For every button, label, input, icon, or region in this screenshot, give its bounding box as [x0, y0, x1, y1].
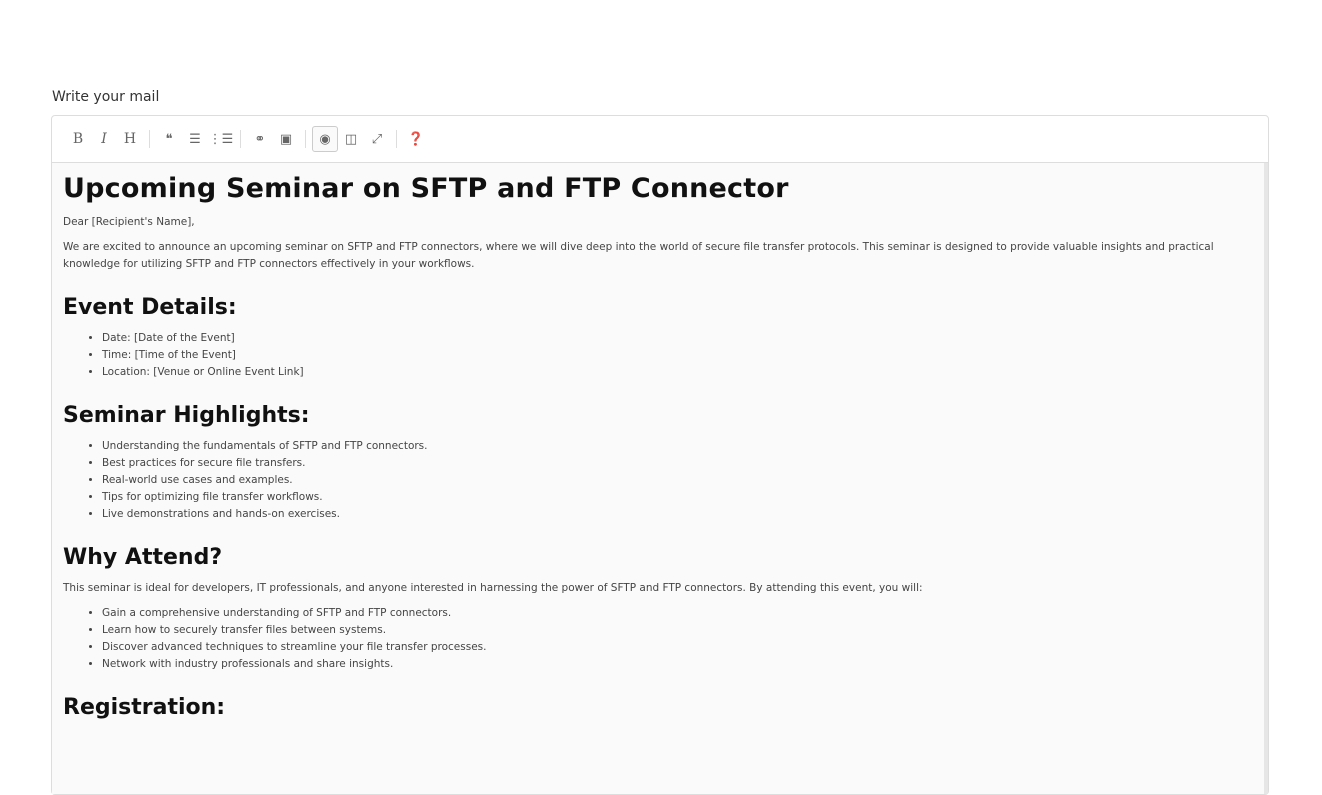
- list-item: Best practices for secure file transfers…: [102, 455, 1253, 472]
- event-details-heading: Event Details:: [63, 295, 237, 320]
- editor-preview[interactable]: Upcoming Seminar on SFTP and FTP Connect…: [52, 163, 1268, 794]
- list-item: Live demonstrations and hands-on exercis…: [102, 506, 1253, 523]
- toolbar-separator: [305, 130, 306, 148]
- side-by-side-button[interactable]: ◫: [338, 126, 364, 152]
- help-button[interactable]: ❓: [403, 126, 429, 152]
- preview-button[interactable]: ◉: [312, 126, 338, 152]
- mail-title: Upcoming Seminar on SFTP and FTP Connect…: [63, 173, 789, 204]
- highlights-list: Understanding the fundamentals of SFTP a…: [63, 438, 1253, 523]
- list-item: Date: [Date of the Event]: [102, 330, 1253, 347]
- registration-heading: Registration:: [63, 695, 226, 720]
- greeting: Dear [Recipient's Name],: [63, 216, 195, 228]
- list-item: Understanding the fundamentals of SFTP a…: [102, 438, 1253, 455]
- italic-button[interactable]: I: [91, 126, 117, 152]
- markdown-editor[interactable]: B I H ❝ ☰ ⋮☰ ⚭ ▣ ◉ ◫ ⤢ ❓ Upcoming Seminar on SFTP a…: [51, 115, 1269, 795]
- event-details-list: Date: [Date of the Event]Time: [Time of …: [63, 330, 1253, 381]
- intro-paragraph: We are excited to announce an upcoming s…: [63, 241, 1214, 270]
- toolbar-separator: [240, 130, 241, 148]
- ordered-list-button[interactable]: ⋮☰: [208, 126, 234, 152]
- why-attend-list: Gain a comprehensive understanding of SF…: [63, 605, 1253, 673]
- fullscreen-button[interactable]: ⤢: [364, 126, 390, 152]
- heading-button[interactable]: H: [117, 126, 143, 152]
- list-item: Network with industry professionals and …: [102, 656, 1253, 673]
- list-item: Learn how to securely transfer files bet…: [102, 622, 1253, 639]
- list-item: Tips for optimizing file transfer workfl…: [102, 489, 1253, 506]
- highlights-heading: Seminar Highlights:: [63, 403, 310, 428]
- list-item: Gain a comprehensive understanding of SF…: [102, 605, 1253, 622]
- toolbar-separator: [149, 130, 150, 148]
- list-item: Discover advanced techniques to streamli…: [102, 639, 1253, 656]
- why-attend-heading: Why Attend?: [63, 545, 223, 570]
- quote-button[interactable]: ❝: [156, 126, 182, 152]
- list-item: Real-world use cases and examples.: [102, 472, 1253, 489]
- bold-button[interactable]: B: [65, 126, 91, 152]
- editor-toolbar: B I H ❝ ☰ ⋮☰ ⚭ ▣ ◉ ◫ ⤢ ❓: [52, 116, 1268, 163]
- list-item: Location: [Venue or Online Event Link]: [102, 364, 1253, 381]
- list-item: Time: [Time of the Event]: [102, 347, 1253, 364]
- unordered-list-button[interactable]: ☰: [182, 126, 208, 152]
- mail-field-label: Write your mail: [52, 89, 160, 105]
- image-button[interactable]: ▣: [273, 126, 299, 152]
- link-button[interactable]: ⚭: [247, 126, 273, 152]
- toolbar-separator: [396, 130, 397, 148]
- why-attend-paragraph: This seminar is ideal for developers, IT…: [63, 582, 923, 594]
